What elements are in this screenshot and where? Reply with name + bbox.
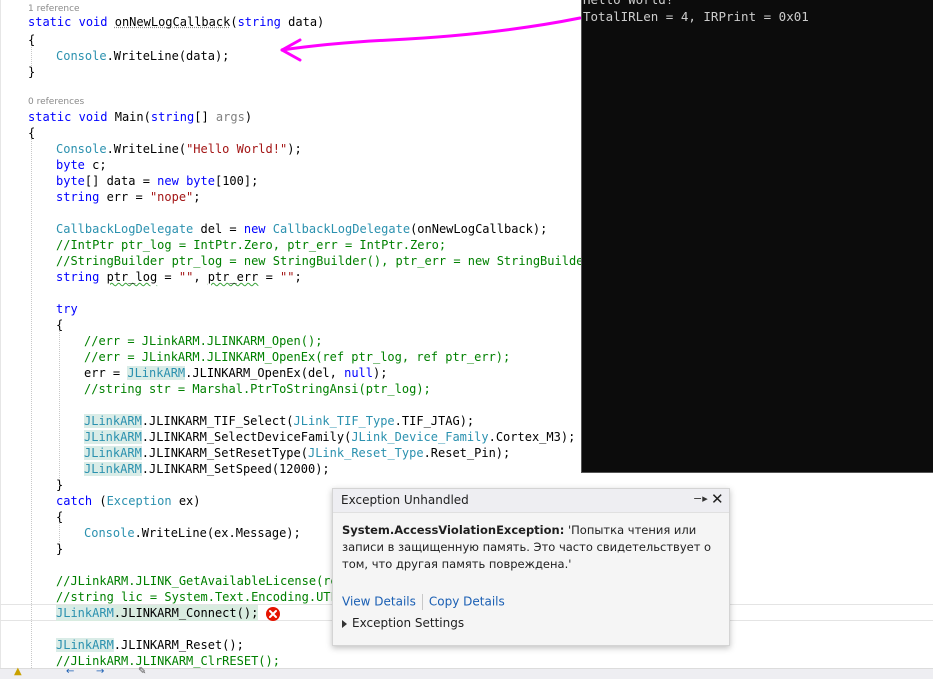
console-line: Hello World! bbox=[583, 0, 673, 8]
exception-settings-label: Exception Settings bbox=[352, 616, 465, 630]
code-line[interactable]: //string str = Marshal.PtrToStringAnsi(p… bbox=[84, 381, 431, 397]
code-line[interactable]: //IntPtr ptr_log = IntPtr.Zero, ptr_err … bbox=[56, 237, 446, 253]
console-line: TotalIRLen = 4, IRPrint = 0x01 bbox=[583, 9, 809, 24]
exception-links: View Details Copy Details bbox=[342, 594, 505, 610]
code-line[interactable]: JLinkARM.JLINKARM_TIF_Select(JLink_TIF_T… bbox=[84, 413, 474, 429]
code-line[interactable]: Console.WriteLine("Hello World!"); bbox=[56, 141, 302, 157]
indent-guide bbox=[59, 326, 60, 480]
code-line[interactable]: JLinkARM.JLINKARM_Reset(); bbox=[56, 637, 244, 653]
bottom-toolbar: ▲ ← → ✎ bbox=[0, 666, 933, 679]
view-details-link[interactable]: View Details bbox=[342, 595, 416, 609]
code-line[interactable]: string ptr_log = "", ptr_err = ""; bbox=[56, 269, 302, 285]
console-window[interactable]: Hello World! TotalIRLen = 4, IRPrint = 0… bbox=[581, 0, 933, 473]
code-line[interactable]: JLinkARM.JLINKARM_SetSpeed(12000); bbox=[84, 461, 330, 477]
indent-guide bbox=[31, 134, 32, 668]
code-line[interactable]: { bbox=[28, 32, 35, 48]
close-icon[interactable]: ✕ bbox=[711, 490, 724, 508]
expand-triangle-icon bbox=[342, 619, 347, 628]
code-line[interactable]: { bbox=[56, 317, 63, 333]
code-line-error[interactable]: JLinkARM.JLINKARM_Connect(); bbox=[56, 605, 259, 621]
code-line[interactable]: } bbox=[28, 64, 35, 80]
code-line[interactable]: err = JLinkARM.JLINKARM_OpenEx(del, null… bbox=[84, 365, 387, 381]
code-line[interactable]: CallbackLogDelegate del = new CallbackLo… bbox=[56, 221, 547, 237]
exception-popup[interactable]: Exception Unhandled −▸ ✕ System.AccessVi… bbox=[332, 488, 730, 646]
exception-type: System.AccessViolationException: bbox=[342, 523, 565, 537]
code-line[interactable]: //JLinkARM.JLINKARM_ClrRESET(); bbox=[56, 653, 280, 669]
navigate-forward-icon[interactable]: → bbox=[96, 666, 104, 677]
code-line[interactable]: try bbox=[56, 301, 78, 317]
exception-titlebar: Exception Unhandled −▸ ✕ bbox=[333, 489, 729, 513]
navigate-back-icon[interactable]: ← bbox=[66, 666, 74, 677]
annotation-arrow bbox=[280, 16, 582, 62]
copy-details-link[interactable]: Copy Details bbox=[429, 595, 505, 609]
code-line[interactable]: byte[] data = new byte[100]; bbox=[56, 173, 258, 189]
code-line[interactable]: string err = "nope"; bbox=[56, 189, 201, 205]
code-line[interactable]: } bbox=[56, 541, 63, 557]
exception-message: System.AccessViolationException: 'Попытк… bbox=[342, 522, 722, 573]
code-line[interactable]: //err = JLinkARM.JLINKARM_OpenEx(ref ptr… bbox=[84, 349, 510, 365]
code-line[interactable]: byte c; bbox=[56, 157, 107, 173]
code-line[interactable]: { bbox=[56, 509, 63, 525]
code-line[interactable]: static void Main(string[] args) bbox=[28, 109, 252, 125]
link-separator bbox=[421, 594, 423, 610]
code-line[interactable]: //err = JLinkARM.JLINKARM_Open(); bbox=[84, 333, 322, 349]
lightbulb-icon[interactable]: ▲ bbox=[14, 666, 22, 677]
code-line[interactable]: //string lic = System.Text.Encoding.UTF8 bbox=[56, 589, 345, 605]
exception-settings-toggle[interactable]: Exception Settings bbox=[342, 616, 464, 630]
pin-icon[interactable]: −▸ bbox=[693, 492, 708, 505]
brush-icon[interactable]: ✎ bbox=[138, 666, 146, 677]
codelens-references[interactable]: 0 references bbox=[28, 96, 84, 108]
code-line[interactable]: Console.WriteLine(data); bbox=[56, 48, 229, 64]
exception-title: Exception Unhandled bbox=[341, 493, 469, 507]
code-line[interactable]: JLinkARM.JLINKARM_SelectDeviceFamily(JLi… bbox=[84, 429, 575, 445]
error-icon[interactable] bbox=[265, 606, 281, 622]
code-line[interactable]: { bbox=[28, 125, 35, 141]
code-line[interactable]: JLinkARM.JLINKARM_SetResetType(JLink_Res… bbox=[84, 445, 510, 461]
code-line[interactable]: //JLinkARM.JLINK_GetAvailableLicense(ref bbox=[56, 573, 345, 589]
editor-left-border bbox=[0, 0, 1, 678]
code-line[interactable]: catch (Exception ex) bbox=[56, 493, 201, 509]
code-line[interactable]: } bbox=[56, 477, 63, 493]
code-line[interactable]: Console.WriteLine(ex.Message); bbox=[84, 525, 301, 541]
code-line[interactable]: //StringBuilder ptr_log = new StringBuil… bbox=[56, 253, 598, 269]
